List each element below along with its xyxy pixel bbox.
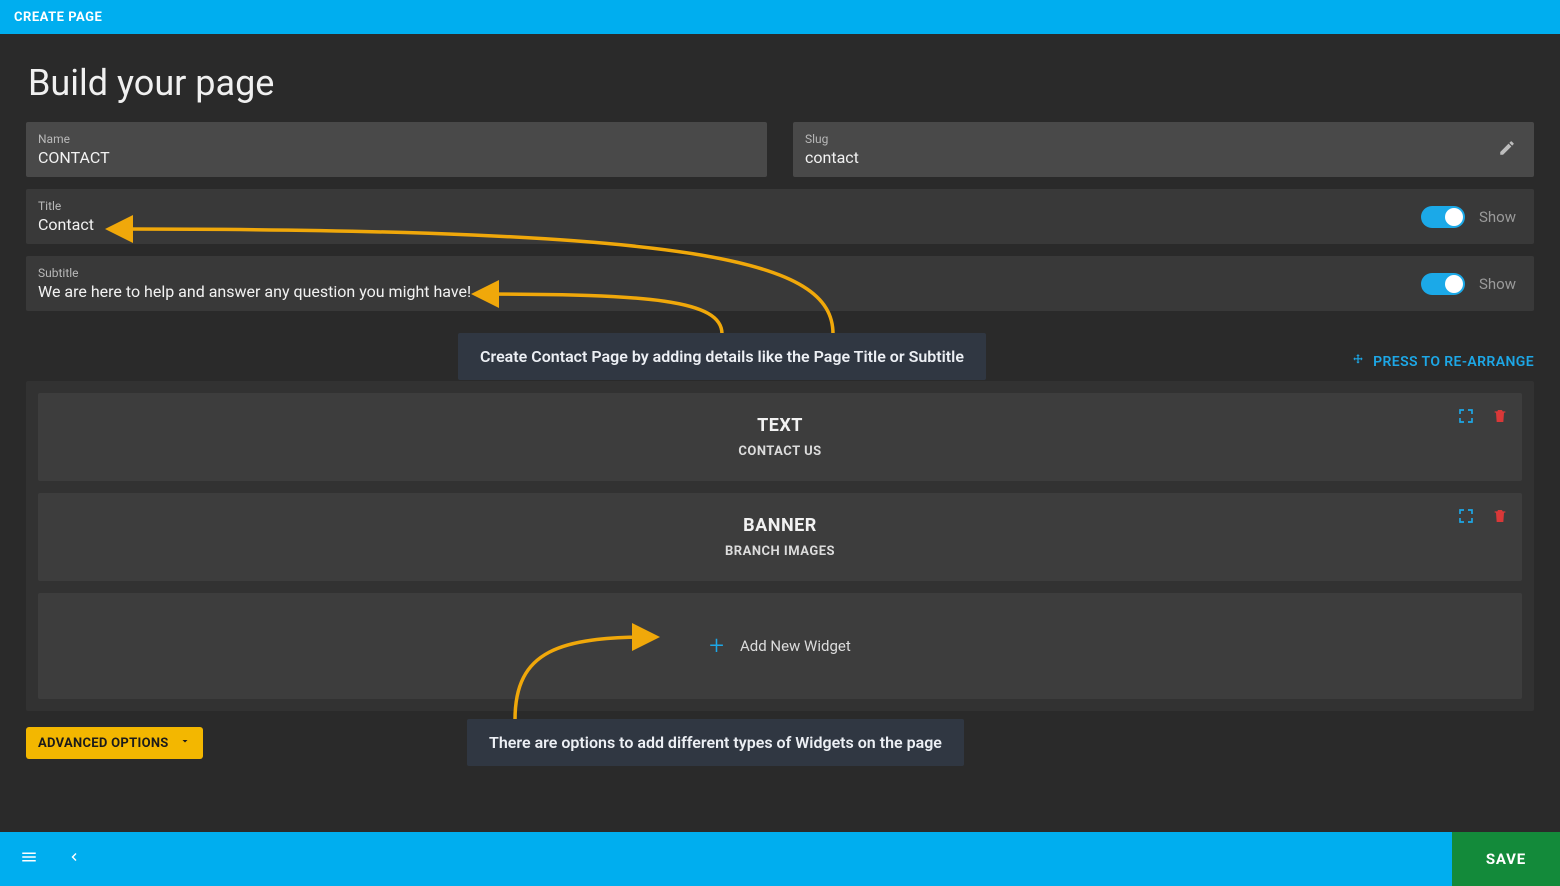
title-toggle-label: Show bbox=[1479, 208, 1516, 226]
name-label: Name bbox=[38, 132, 755, 146]
widget-type-label: TEXT bbox=[54, 415, 1506, 436]
add-widget-button[interactable]: + Add New Widget bbox=[38, 593, 1522, 699]
back-icon[interactable] bbox=[68, 848, 80, 870]
content-area: Name CONTACT Slug contact Title Contact … bbox=[0, 122, 1560, 711]
name-value: CONTACT bbox=[38, 148, 755, 167]
expand-icon[interactable] bbox=[1458, 508, 1474, 528]
title-show-toggle[interactable] bbox=[1421, 206, 1465, 228]
name-slug-row: Name CONTACT Slug contact bbox=[26, 122, 1534, 177]
expand-icon[interactable] bbox=[1458, 408, 1474, 428]
chevron-down-icon bbox=[179, 735, 191, 751]
pencil-icon[interactable] bbox=[1492, 139, 1522, 161]
annotation-bottom: There are options to add different types… bbox=[467, 719, 964, 766]
widget-banner[interactable]: BANNER BRANCH IMAGES bbox=[38, 493, 1522, 581]
widget-text[interactable]: TEXT CONTACT US bbox=[38, 393, 1522, 481]
slug-value: contact bbox=[805, 148, 1492, 167]
topbar-title: CREATE PAGE bbox=[14, 10, 102, 25]
name-field[interactable]: Name CONTACT bbox=[26, 122, 767, 177]
annotation-top: Create Contact Page by adding details li… bbox=[458, 333, 986, 380]
subtitle-toggle-label: Show bbox=[1479, 275, 1516, 293]
widget-actions bbox=[1458, 407, 1508, 429]
title-field[interactable]: Title Contact Show bbox=[26, 189, 1534, 244]
plus-icon: + bbox=[709, 633, 724, 659]
rearrange-label: PRESS TO RE-ARRANGE bbox=[1373, 354, 1534, 370]
subtitle-label: Subtitle bbox=[38, 266, 1421, 280]
advanced-options-label: ADVANCED OPTIONS bbox=[38, 736, 169, 751]
title-value: Contact bbox=[38, 215, 1421, 234]
trash-icon[interactable] bbox=[1492, 507, 1508, 529]
bottombar: SAVE bbox=[0, 832, 1560, 886]
add-widget-label: Add New Widget bbox=[740, 637, 851, 655]
slug-field[interactable]: Slug contact bbox=[793, 122, 1534, 177]
move-icon bbox=[1351, 353, 1365, 371]
widget-name-label: BRANCH IMAGES bbox=[54, 544, 1506, 559]
rearrange-button[interactable]: PRESS TO RE-ARRANGE bbox=[1351, 353, 1534, 371]
widget-name-label: CONTACT US bbox=[54, 444, 1506, 459]
save-button[interactable]: SAVE bbox=[1452, 832, 1560, 886]
subtitle-show-toggle[interactable] bbox=[1421, 273, 1465, 295]
topbar: CREATE PAGE bbox=[0, 0, 1560, 34]
bottombar-left bbox=[0, 848, 80, 870]
hamburger-icon[interactable] bbox=[18, 848, 40, 870]
widgets-container: TEXT CONTACT US BANNER BRANCH IMAGES + A… bbox=[26, 381, 1534, 711]
widget-type-label: BANNER bbox=[54, 515, 1506, 536]
subtitle-field[interactable]: Subtitle We are here to help and answer … bbox=[26, 256, 1534, 311]
widget-actions bbox=[1458, 507, 1508, 529]
save-label: SAVE bbox=[1486, 850, 1526, 868]
subtitle-value: We are here to help and answer any quest… bbox=[38, 282, 1421, 301]
trash-icon[interactable] bbox=[1492, 407, 1508, 429]
title-label: Title bbox=[38, 199, 1421, 213]
slug-label: Slug bbox=[805, 132, 1492, 146]
page-title: Build your page bbox=[0, 34, 1560, 122]
advanced-options-button[interactable]: ADVANCED OPTIONS bbox=[26, 727, 203, 759]
